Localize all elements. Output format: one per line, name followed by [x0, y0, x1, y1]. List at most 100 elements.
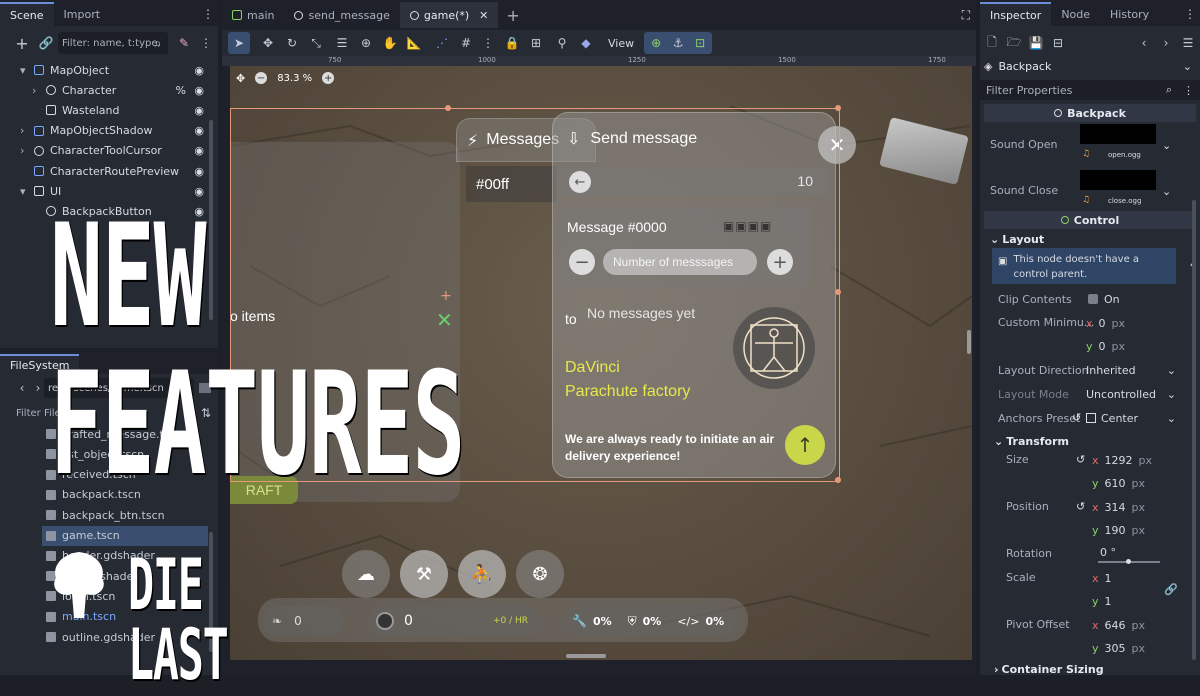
- action-button-seed[interactable]: ❂: [516, 550, 564, 598]
- chevron-down-icon[interactable]: ⌄: [1162, 185, 1171, 198]
- clip-checkbox[interactable]: [1088, 294, 1098, 304]
- list-select-icon[interactable]: ☰: [334, 35, 350, 51]
- property-menu-icon[interactable]: ⋮: [1183, 84, 1194, 97]
- selection-handle[interactable]: [445, 105, 451, 111]
- action-button-cloud[interactable]: ☁: [342, 550, 390, 598]
- file-item[interactable]: crafted_message.tscn: [0, 424, 208, 444]
- tab-scene[interactable]: Scene: [0, 2, 54, 26]
- action-button-shovel[interactable]: ⚒: [400, 550, 448, 598]
- scene-tree-item[interactable]: BackpackButton ◉: [0, 201, 208, 221]
- visibility-eye-icon[interactable]: ◉: [194, 165, 204, 178]
- inspector-scrollbar[interactable]: [1192, 200, 1196, 660]
- scene-tree-item[interactable]: › MapObjectShadow ◉: [0, 121, 208, 141]
- file-item[interactable]: list_object.tscn: [0, 444, 208, 464]
- skeleton-icon[interactable]: ◆: [578, 35, 594, 51]
- more-icon[interactable]: ⋮: [480, 35, 496, 51]
- link-icon[interactable]: 🔗: [38, 35, 54, 51]
- close-icon[interactable]: ✕: [479, 9, 488, 22]
- history-back-icon[interactable]: ‹: [1136, 35, 1152, 51]
- property-filter[interactable]: Filter Properties ⌕ ⋮: [980, 80, 1200, 100]
- tree-arrow-icon[interactable]: ▾: [20, 185, 32, 198]
- scene-tree-item[interactable]: ▾ MapObject ◉: [0, 60, 208, 80]
- transform-group[interactable]: ⌄ Transform: [980, 432, 1200, 450]
- tree-arrow-icon[interactable]: ›: [20, 144, 32, 157]
- scale-tool-icon[interactable]: ⤡: [308, 35, 324, 51]
- reset-icon[interactable]: ↺: [1076, 453, 1085, 466]
- save-icon[interactable]: 💾: [1028, 35, 1044, 51]
- pivot-marker-icon[interactable]: +: [440, 288, 452, 304]
- add-tab-icon[interactable]: +: [506, 6, 519, 25]
- tree-arrow-icon[interactable]: ›: [20, 124, 32, 137]
- bone-icon[interactable]: ⚲: [554, 35, 570, 51]
- scene-tree-item[interactable]: CharacterRoutePreview ◉: [0, 161, 208, 181]
- scene-tree-item[interactable]: ▾ UI ◉: [0, 181, 208, 201]
- pivot-y-field[interactable]: y 305 px: [1092, 639, 1176, 657]
- visibility-eye-icon[interactable]: ◉: [194, 124, 204, 137]
- anchor-icon[interactable]: ⚓: [670, 35, 686, 51]
- zoom-in-icon[interactable]: +: [322, 72, 335, 84]
- tree-arrow-icon[interactable]: ▾: [20, 64, 32, 77]
- pan-icon[interactable]: ✥: [236, 72, 245, 85]
- sound-close-waveform[interactable]: [1080, 170, 1156, 190]
- selection-handle[interactable]: [835, 105, 841, 111]
- scene-filter-input[interactable]: Filter: name, t:type, ⌕: [58, 32, 168, 54]
- section-control[interactable]: Control: [984, 211, 1196, 229]
- selection-handle[interactable]: [835, 289, 841, 295]
- scene-tree-item[interactable]: › CharacterToolCursor ◉: [0, 141, 208, 161]
- unique-name-icon[interactable]: %: [176, 84, 186, 97]
- node-selector[interactable]: ◈ Backpack ⌄: [980, 56, 1200, 76]
- visibility-eye-icon[interactable]: ◉: [194, 64, 204, 77]
- tab-history[interactable]: History: [1100, 2, 1159, 26]
- chevron-down-icon[interactable]: ⌄: [1162, 139, 1171, 152]
- custom-min-x-field[interactable]: x 0 px: [1086, 314, 1176, 332]
- back-icon[interactable]: ‹: [14, 380, 30, 396]
- file-item[interactable]: backpack.tscn: [0, 485, 208, 505]
- rotate-tool-icon[interactable]: ↻: [284, 35, 300, 51]
- menu-dots-icon[interactable]: ⋮: [1182, 6, 1198, 22]
- fs-filter-input[interactable]: Filter Files: [12, 403, 192, 423]
- scale-y-field[interactable]: y 1: [1092, 592, 1156, 610]
- position-y-field[interactable]: y 190 px: [1092, 521, 1176, 539]
- action-button-sweep[interactable]: ⛹: [458, 550, 506, 598]
- tab-send-message[interactable]: send_message: [284, 2, 399, 28]
- layout-toggle-icon[interactable]: [199, 383, 211, 393]
- reset-icon[interactable]: ↺: [1076, 500, 1085, 513]
- view-menu[interactable]: View: [608, 37, 634, 50]
- section-backpack[interactable]: Backpack: [984, 104, 1196, 122]
- tab-node[interactable]: Node: [1051, 2, 1100, 26]
- pivot-x-field[interactable]: x 646 px: [1092, 616, 1176, 634]
- layout-direction-select[interactable]: Inherited ⌄: [1086, 361, 1176, 379]
- visibility-eye-icon[interactable]: ◉: [194, 104, 204, 117]
- ruler-tool-icon[interactable]: 📐: [406, 35, 422, 51]
- visibility-eye-icon[interactable]: ◉: [194, 185, 204, 198]
- smart-snap-icon[interactable]: ⋰: [434, 35, 450, 51]
- tree-arrow-icon[interactable]: ›: [32, 84, 44, 97]
- anchor-preset-icon[interactable]: ⊕: [648, 35, 664, 51]
- reset-icon[interactable]: ↺: [1072, 411, 1081, 424]
- fs-path-input[interactable]: res://scenes/game.tscn: [44, 378, 194, 398]
- viewport[interactable]: ✥ − 83.3 % + o items RAFT ⚡ Messages #00…: [230, 66, 972, 660]
- pan-tool-icon[interactable]: ✋: [382, 35, 398, 51]
- new-resource-icon[interactable]: 🗋: [984, 35, 1000, 51]
- rotation-field[interactable]: 0 °: [1092, 544, 1176, 564]
- rotation-slider-knob[interactable]: [1126, 559, 1131, 564]
- file-item[interactable]: received.tscn: [0, 465, 208, 485]
- position-x-field[interactable]: x 314 px: [1092, 498, 1176, 516]
- tab-inspector[interactable]: Inspector: [980, 2, 1052, 26]
- open-folder-icon[interactable]: 🗁: [1006, 35, 1022, 51]
- anchors-preset-select[interactable]: Center ⌄: [1086, 409, 1176, 427]
- move-tool-icon[interactable]: ✥: [260, 35, 276, 51]
- pivot-icon[interactable]: ⊕: [358, 35, 374, 51]
- extra-icon[interactable]: ⊟: [1050, 35, 1066, 51]
- scene-scrollbar[interactable]: [209, 120, 213, 320]
- tab-import[interactable]: Import: [54, 2, 111, 26]
- scale-x-field[interactable]: x 1: [1092, 569, 1156, 587]
- anchor-marker-icon[interactable]: ✕: [436, 308, 453, 332]
- tab-filesystem[interactable]: FileSystem: [0, 354, 80, 374]
- sound-open-waveform[interactable]: [1080, 124, 1156, 144]
- visibility-eye-icon[interactable]: ◉: [194, 205, 204, 218]
- scene-tree-item[interactable]: Wasteland ◉: [0, 100, 208, 120]
- layout-mode-select[interactable]: Uncontrolled ⌄: [1086, 385, 1176, 403]
- size-y-field[interactable]: y 610 px: [1092, 474, 1176, 492]
- layout-group[interactable]: ⌄ Layout: [980, 230, 1200, 248]
